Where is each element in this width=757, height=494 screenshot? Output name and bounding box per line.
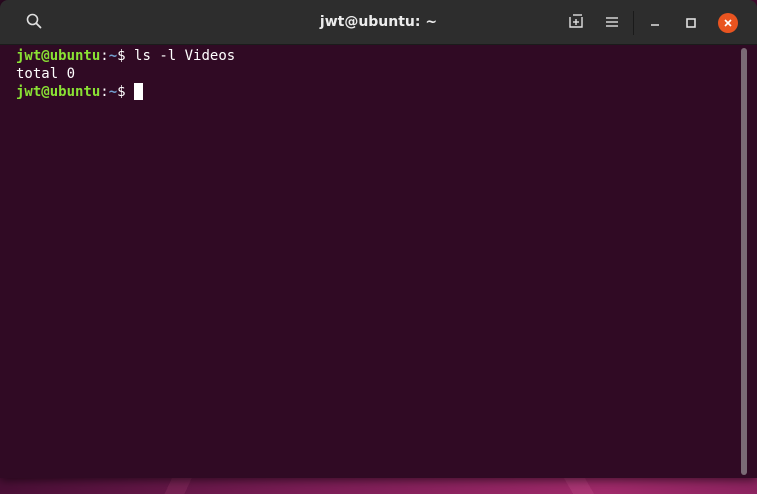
terminal-line: jwt@ubuntu:~$ [16, 83, 757, 101]
menu-button[interactable] [597, 9, 627, 37]
terminal-content[interactable]: jwt@ubuntu:~$ ls -l Videos total 0 jwt@u… [0, 45, 757, 478]
new-tab-button[interactable] [561, 9, 591, 37]
prompt-user: jwt@ubuntu [16, 48, 101, 64]
scrollbar[interactable] [741, 48, 747, 475]
prompt-path: ~ [108, 48, 118, 64]
search-icon [26, 13, 42, 33]
terminal-line: jwt@ubuntu:~$ ls -l Videos [16, 47, 757, 65]
terminal-window: jwt@ubuntu: ~ jwt@ubuntu:~$ ls -l Videos… [0, 0, 757, 478]
terminal-line: total 0 [16, 65, 757, 83]
headerbar: jwt@ubuntu: ~ [0, 0, 757, 45]
prompt-user: jwt@ubuntu [16, 84, 101, 100]
text-cursor [134, 83, 144, 100]
close-icon [718, 13, 738, 33]
search-button[interactable] [18, 9, 50, 37]
prompt-path: ~ [108, 84, 118, 100]
hamburger-menu-icon [605, 14, 619, 33]
maximize-button[interactable] [676, 9, 706, 37]
minimize-button[interactable] [640, 9, 670, 37]
close-button[interactable] [713, 9, 743, 37]
prompt-symbol: $ [117, 48, 135, 64]
minimize-icon [649, 14, 661, 33]
maximize-icon [685, 14, 697, 33]
new-tab-icon [568, 13, 584, 33]
prompt-symbol: $ [117, 84, 135, 100]
command-text: ls -l Videos [134, 48, 236, 64]
command-output: total 0 [16, 66, 76, 82]
prompt-separator: : [100, 48, 109, 64]
prompt-separator: : [100, 84, 109, 100]
headerbar-separator [633, 11, 634, 35]
